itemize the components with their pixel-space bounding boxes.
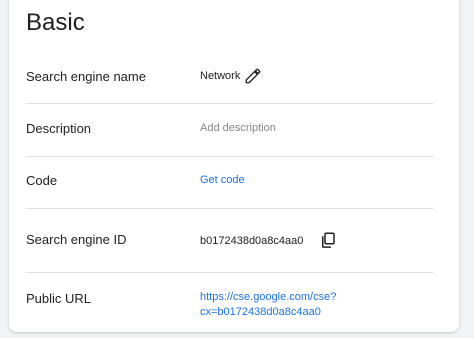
description-label: Description <box>26 121 92 136</box>
public-url-label: Public URL <box>26 291 92 306</box>
divider <box>26 156 434 157</box>
search-engine-name-value: Network <box>200 70 241 82</box>
basic-settings-card <box>9 0 459 332</box>
divider <box>26 272 434 273</box>
search-engine-id-value: b0172438d0a8c4aa0 <box>200 235 304 247</box>
public-url-link-line1[interactable]: https://cse.google.com/cse? <box>200 290 336 304</box>
description-input[interactable]: Add description <box>200 121 276 135</box>
code-label: Code <box>26 173 58 188</box>
edit-icon[interactable] <box>244 67 262 85</box>
search-engine-id-label: Search engine ID <box>26 232 127 247</box>
section-title: Basic <box>26 9 85 36</box>
copy-icon[interactable] <box>319 231 337 249</box>
get-code-link[interactable]: Get code <box>200 173 245 187</box>
divider <box>26 103 434 104</box>
search-engine-name-label: Search engine name <box>26 69 146 84</box>
divider <box>26 208 434 209</box>
public-url-link-line2[interactable]: cx=b0172438d0a8c4aa0 <box>200 305 321 319</box>
